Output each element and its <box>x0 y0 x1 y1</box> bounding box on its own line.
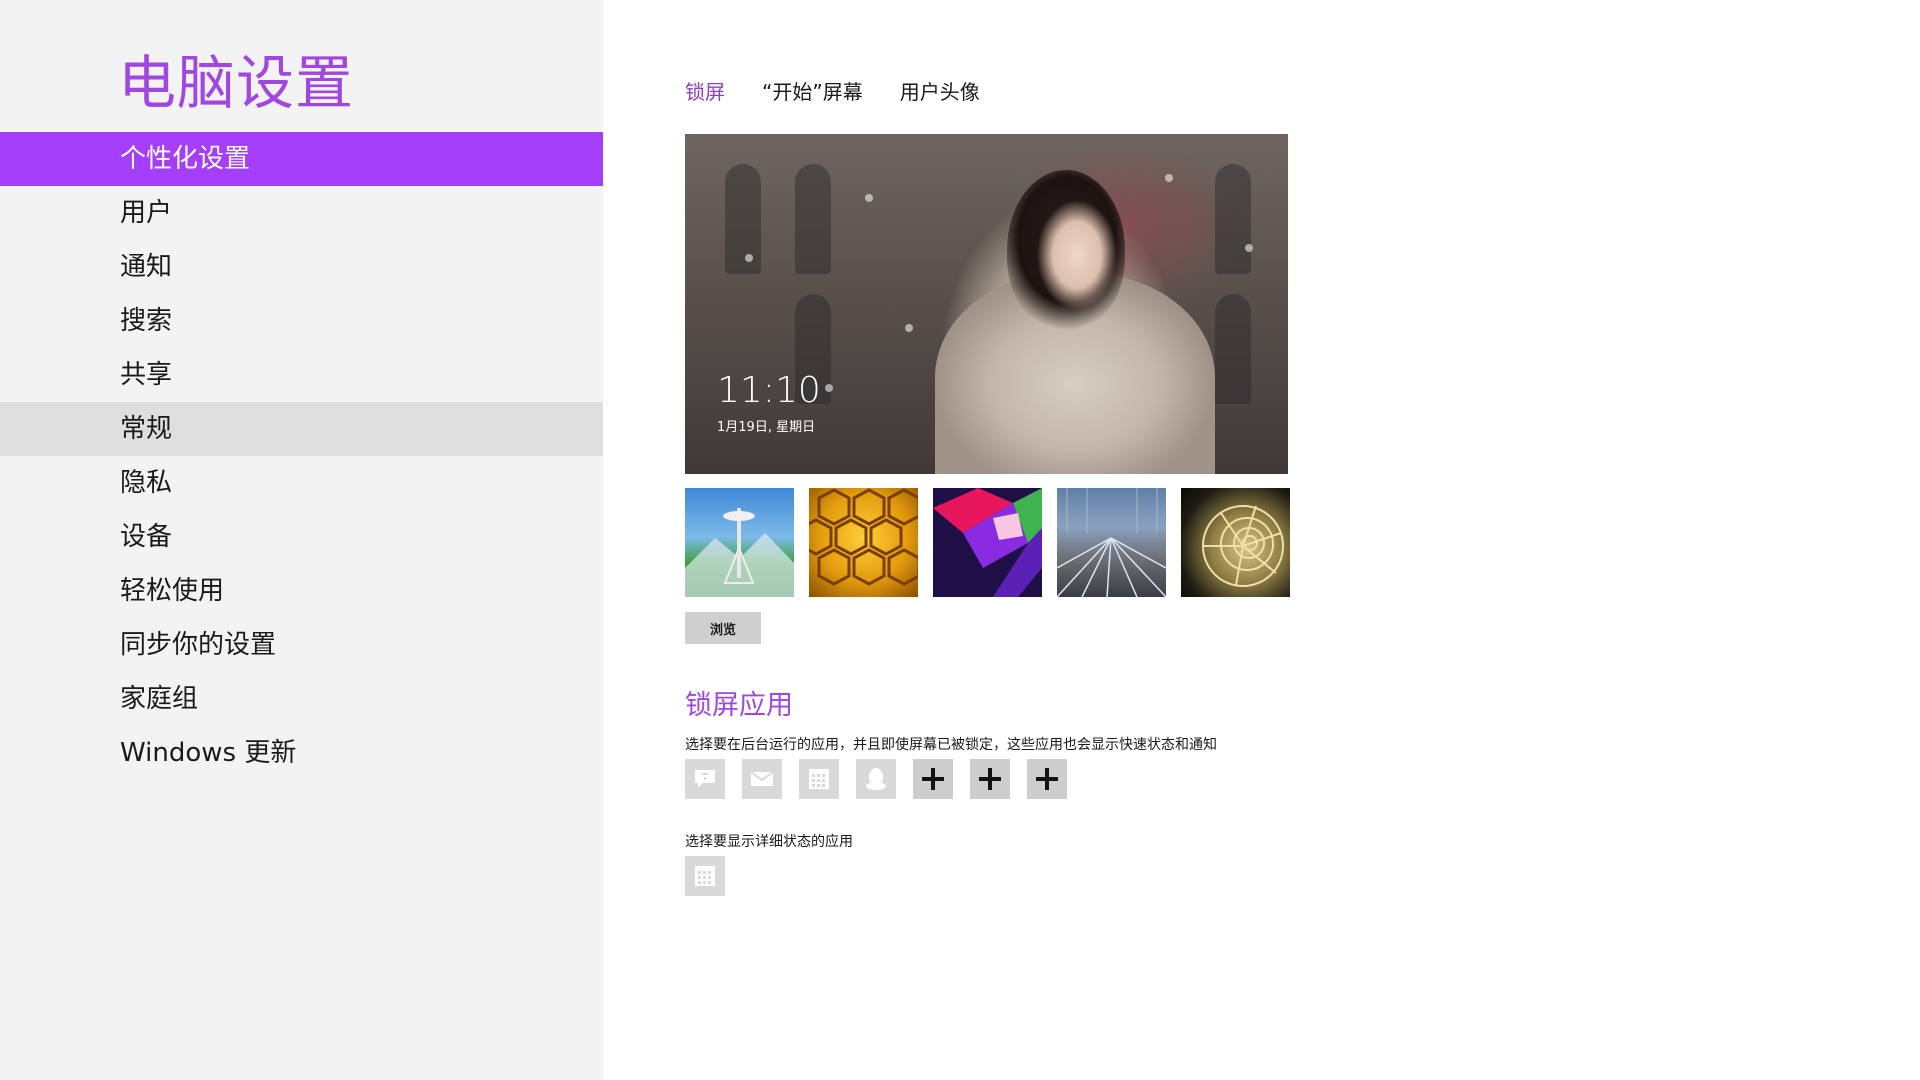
calendar-icon <box>695 866 715 886</box>
honeycomb-icon <box>809 488 918 586</box>
background-thumbnails <box>685 488 1290 597</box>
space-needle-thumbnail[interactable] <box>685 488 794 597</box>
lock-screen-apps-description: 选择要在后台运行的应用，并且即使屏幕已被锁定，这些应用也会显示快速状态和通知 <box>685 737 1217 753</box>
lock-screen-time: 11:10 <box>717 370 821 411</box>
nav-item-ease-of-access[interactable]: 轻松使用 <box>0 564 603 618</box>
space-needle-icon <box>685 508 794 597</box>
browse-button[interactable]: 浏览 <box>685 612 761 644</box>
add-lock-app-button[interactable] <box>1027 759 1067 799</box>
detailed-status-calendar-slot[interactable] <box>685 856 725 896</box>
nautilus-shell-icon <box>1202 505 1284 587</box>
snowflake <box>745 254 753 262</box>
lock-app-slot-calendar[interactable] <box>799 759 839 799</box>
add-lock-app-button[interactable] <box>970 759 1010 799</box>
tab-lock-screen[interactable]: 锁屏 <box>685 76 725 105</box>
rail-tracks-icon <box>1057 488 1166 597</box>
nav-item-windows-update[interactable]: Windows 更新 <box>0 726 603 780</box>
snowflake <box>1245 244 1253 252</box>
nav-item-homegroup[interactable]: 家庭组 <box>0 672 603 726</box>
messaging-icon <box>695 770 715 788</box>
add-icon <box>1036 768 1058 790</box>
nav-item-sync-settings[interactable]: 同步你的设置 <box>0 618 603 672</box>
snowflake <box>865 194 873 202</box>
detailed-status-app-slot[interactable] <box>685 856 725 896</box>
lock-screen-preview: 11:10 1月19日, 星期日 <box>685 134 1288 474</box>
app-title: 电脑设置 <box>118 49 355 117</box>
tab-start-screen[interactable]: “开始”屏幕 <box>762 76 863 105</box>
snowflake <box>825 384 833 392</box>
nav-item-notifications[interactable]: 通知 <box>0 240 603 294</box>
snowflake <box>905 324 913 332</box>
background-window-shape <box>725 164 761 274</box>
nav-item-share[interactable]: 共享 <box>0 348 603 402</box>
nav-item-personalize[interactable]: 个性化设置 <box>0 132 603 186</box>
lock-screen-date: 1月19日, 星期日 <box>717 420 816 435</box>
lock-screen-apps-title: 锁屏应用 <box>685 690 793 721</box>
add-lock-app-button[interactable] <box>913 759 953 799</box>
geometric-icon <box>933 488 1042 597</box>
left-pane: 电脑设置 个性化设置 用户 通知 搜索 共享 常规 隐私 设备 轻松使用 同步你… <box>0 0 603 1080</box>
nav-item-users[interactable]: 用户 <box>0 186 603 240</box>
nav-item-devices[interactable]: 设备 <box>0 510 603 564</box>
tab-bar: 锁屏 “开始”屏幕 用户头像 <box>685 76 980 105</box>
detailed-status-description: 选择要显示详细状态的应用 <box>685 834 853 850</box>
add-icon <box>922 768 944 790</box>
lock-app-slot-messaging[interactable] <box>685 759 725 799</box>
background-window-shape <box>1215 164 1251 274</box>
tab-account-picture[interactable]: 用户头像 <box>900 76 980 105</box>
qq-icon <box>866 768 886 790</box>
rail-tracks-thumbnail[interactable] <box>1057 488 1166 597</box>
background-window-shape <box>795 164 831 274</box>
lock-screen-app-slots <box>685 759 1067 799</box>
calendar-icon <box>809 769 829 789</box>
lock-app-slot-qq[interactable] <box>856 759 896 799</box>
nav-item-privacy[interactable]: 隐私 <box>0 456 603 510</box>
nav-item-general[interactable]: 常规 <box>0 402 603 456</box>
preview-figure-head <box>1007 170 1125 330</box>
nautilus-shell-thumbnail[interactable] <box>1181 488 1290 597</box>
honeycomb-thumbnail[interactable] <box>809 488 918 597</box>
snowflake <box>1165 174 1173 182</box>
settings-nav: 个性化设置 用户 通知 搜索 共享 常规 隐私 设备 轻松使用 同步你的设置 家… <box>0 132 603 780</box>
add-icon <box>979 768 1001 790</box>
lock-app-slot-mail[interactable] <box>742 759 782 799</box>
mail-icon <box>750 771 774 786</box>
background-window-shape <box>1215 294 1251 404</box>
geometric-thumbnail[interactable] <box>933 488 1042 597</box>
nav-item-search[interactable]: 搜索 <box>0 294 603 348</box>
